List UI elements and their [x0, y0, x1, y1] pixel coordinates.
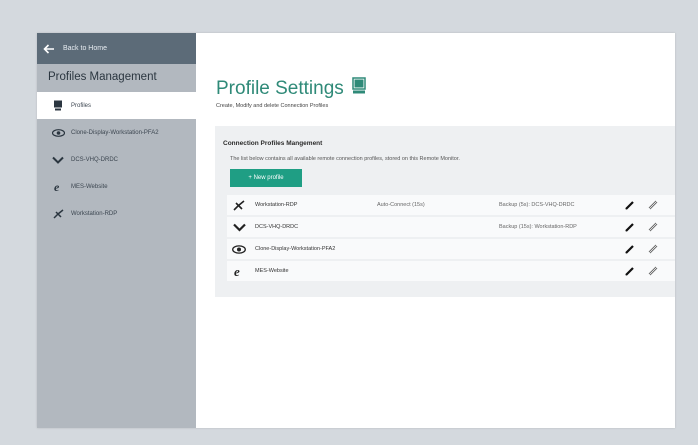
pencil-icon[interactable] [624, 265, 636, 277]
ie-icon: e [232, 264, 246, 278]
main-content: Profile Settings Create, Modify and dele… [196, 33, 675, 428]
pencil-icon[interactable] [624, 221, 636, 233]
table-row[interactable]: Clone-Display-Workstation-PFA2 [227, 239, 675, 261]
page-title-text: Profile Settings [216, 77, 344, 99]
rdp-icon [51, 208, 65, 220]
table-row[interactable]: DCS-VHQ-DRDC Backup (15s): Workstation-R… [227, 217, 675, 239]
ie-icon: e [51, 181, 65, 193]
back-to-home-label: Back to Home [63, 45, 107, 52]
profile-backup: Backup (5s): DCS-VHQ-DRDC [499, 202, 575, 208]
monitor-icon [352, 77, 366, 100]
sidebar-item-label: Clone-Display-Workstation-PFA2 [71, 129, 159, 136]
eraser-icon[interactable] [647, 265, 659, 277]
eye-icon [232, 242, 246, 256]
profile-auto-connect: Auto-Connect (15s) [377, 202, 425, 208]
profile-backup: Backup (15s): Workstation-RDP [499, 224, 577, 230]
page-title: Profile Settings [216, 77, 366, 100]
chevron-down-icon [51, 154, 65, 166]
section-description: The list below contains all available re… [230, 156, 460, 162]
chevron-down-icon [232, 220, 246, 234]
sidebar-item-dcs-vhq-drdc[interactable]: DCS-VHQ-DRDC [37, 146, 196, 173]
page-subtitle: Create, Modify and delete Connection Pro… [216, 103, 329, 109]
section-heading: Connection Profiles Mangement [223, 140, 323, 147]
app-window: Back to Home Profiles Management Profile… [37, 33, 675, 428]
sidebar-item-clone-display[interactable]: Clone-Display-Workstation-PFA2 [37, 119, 196, 146]
eraser-icon[interactable] [647, 199, 659, 211]
sidebar-title: Profiles Management [48, 71, 157, 83]
monitor-icon [51, 100, 65, 112]
connection-profiles-panel: Connection Profiles Mangement The list b… [215, 126, 675, 297]
eye-icon [51, 127, 65, 139]
table-row[interactable]: Workstation-RDP Auto-Connect (15s) Backu… [227, 195, 675, 217]
svg-text:e: e [234, 265, 240, 277]
sidebar-item-profiles[interactable]: Profiles [37, 92, 196, 119]
svg-text:e: e [54, 181, 60, 192]
table-row[interactable]: e MES-Website [227, 261, 675, 283]
sidebar-item-workstation-rdp[interactable]: Workstation-RDP [37, 200, 196, 227]
profile-name: Workstation-RDP [255, 202, 298, 208]
sidebar-item-label: MES-Website [71, 183, 108, 190]
pencil-icon[interactable] [624, 243, 636, 255]
profile-name: Clone-Display-Workstation-PFA2 [255, 246, 336, 252]
new-profile-button[interactable]: + New profile [230, 169, 302, 187]
sidebar-item-label: DCS-VHQ-DRDC [71, 156, 118, 163]
sidebar-item-mes-website[interactable]: e MES-Website [37, 173, 196, 200]
sidebar: Back to Home Profiles Management Profile… [37, 33, 196, 428]
eraser-icon[interactable] [647, 243, 659, 255]
back-to-home-button[interactable]: Back to Home [37, 33, 196, 64]
profile-list: Workstation-RDP Auto-Connect (15s) Backu… [227, 195, 675, 283]
profile-name: MES-Website [255, 268, 289, 274]
sidebar-item-label: Workstation-RDP [71, 210, 118, 217]
pencil-icon[interactable] [624, 199, 636, 211]
rdp-icon [232, 198, 246, 212]
sidebar-item-label: Profiles [71, 102, 92, 109]
profile-name: DCS-VHQ-DRDC [255, 224, 299, 230]
arrow-left-icon [43, 43, 54, 54]
eraser-icon[interactable] [647, 221, 659, 233]
